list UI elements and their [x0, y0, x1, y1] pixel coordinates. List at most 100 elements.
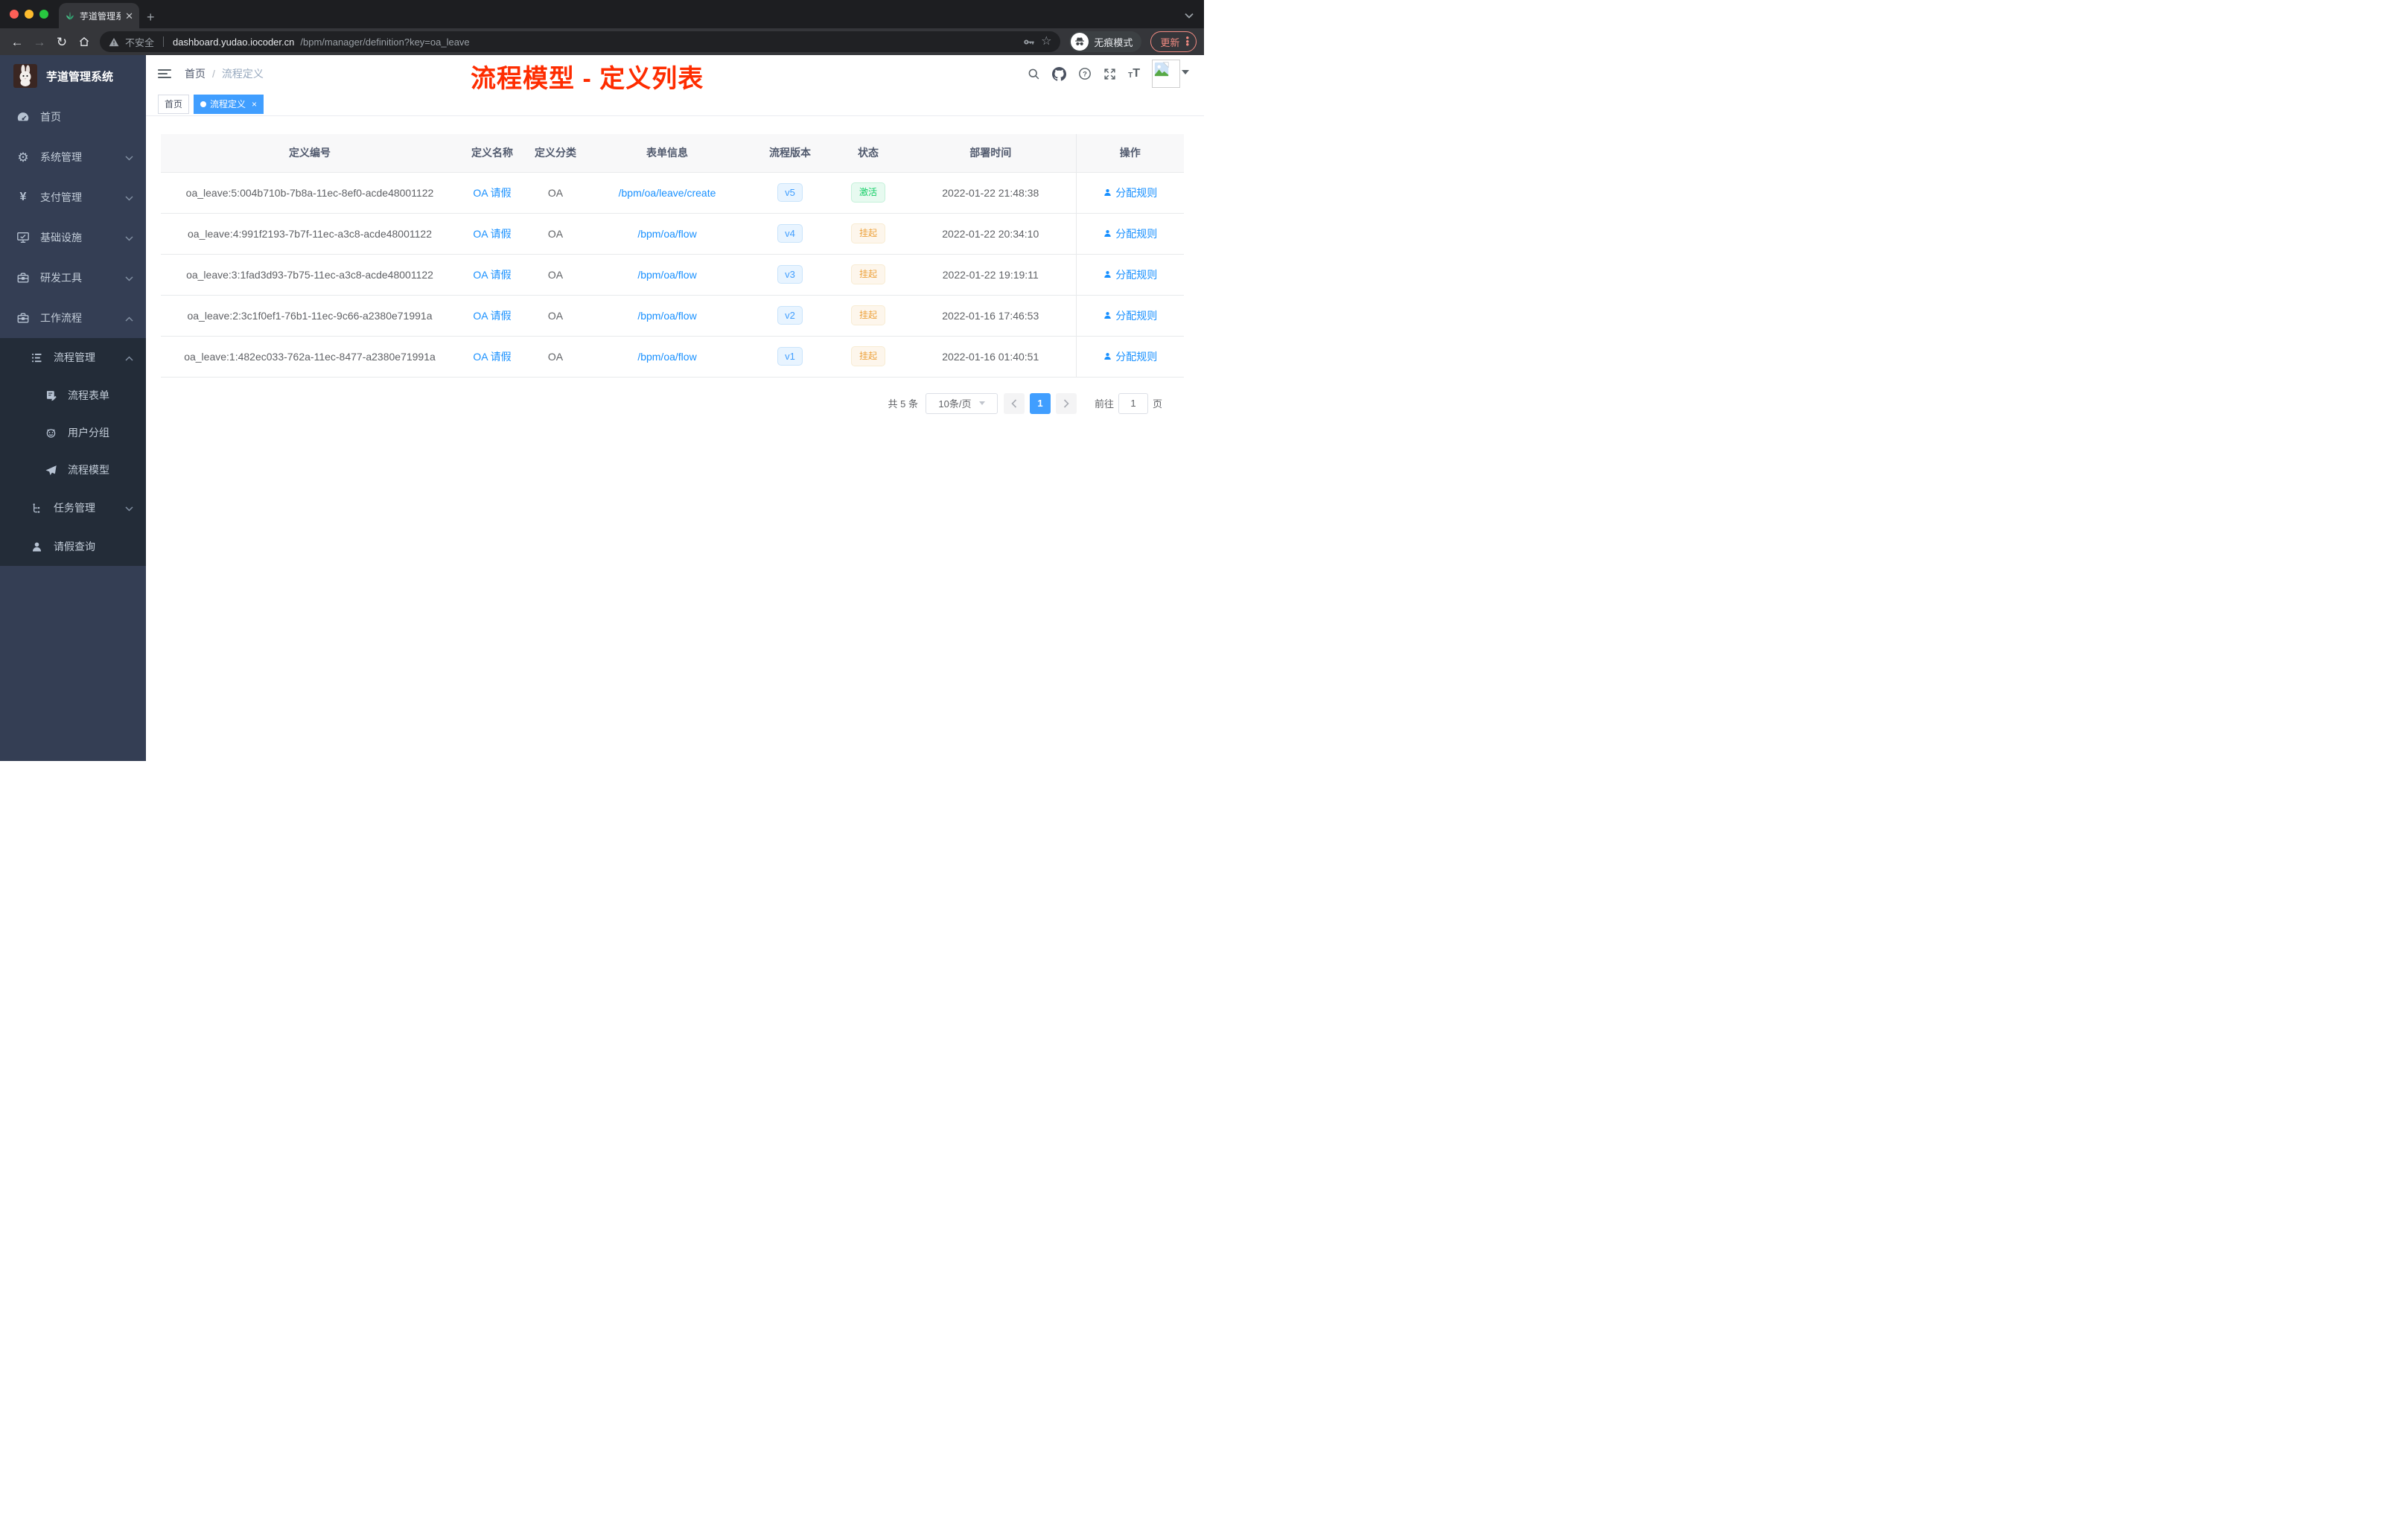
definition-name-link[interactable]: OA 请假: [473, 310, 511, 322]
list-icon: [28, 351, 45, 364]
bookmark-star-icon[interactable]: ☆: [1041, 36, 1051, 48]
table-row: oa_leave:4:991f2193-7b7f-11ec-a3c8-acde4…: [161, 213, 1184, 255]
github-icon[interactable]: [1052, 66, 1067, 81]
url-path: /bpm/manager/definition?key=oa_leave: [300, 36, 470, 48]
browser-update-button[interactable]: 更新 • • •: [1150, 31, 1197, 52]
page-annotation: 流程模型 - 定义列表: [471, 65, 704, 93]
sidebar-item-devtools[interactable]: 研发工具: [0, 258, 146, 298]
window-minimize-button[interactable]: [25, 10, 34, 19]
reload-button[interactable]: ↻: [52, 36, 71, 48]
assign-rule-link[interactable]: 分配规则: [1103, 349, 1157, 364]
new-tab-button[interactable]: +: [147, 10, 155, 24]
assign-rule-link[interactable]: 分配规则: [1103, 267, 1157, 282]
cell-category: OA: [526, 254, 585, 296]
sidebar-toggle-icon[interactable]: [158, 69, 173, 78]
form-link[interactable]: /bpm/oa/flow: [637, 228, 696, 240]
back-button[interactable]: ←: [7, 36, 27, 48]
fullscreen-icon[interactable]: [1103, 68, 1116, 80]
update-label[interactable]: 更新: [1160, 35, 1179, 49]
form-link[interactable]: /bpm/oa/flow: [637, 310, 696, 322]
cell-category: OA: [526, 336, 585, 378]
password-key-icon[interactable]: [1022, 36, 1035, 48]
definition-name-link[interactable]: OA 请假: [473, 351, 511, 363]
tab-close-icon[interactable]: ✕: [125, 11, 133, 21]
prev-page-button[interactable]: [1003, 392, 1025, 414]
tag-home[interactable]: 首页: [158, 94, 190, 114]
table-row: oa_leave:2:3c1f0ef1-76b1-11ec-9c66-a2380…: [161, 295, 1184, 337]
breadcrumb-home[interactable]: 首页: [185, 66, 206, 81]
sidebar-item-infrastructure[interactable]: 基础设施: [0, 217, 146, 258]
sidebar-item-label: 支付管理: [40, 191, 82, 203]
sidebar-item-leave-query[interactable]: 请假查询: [0, 527, 146, 566]
form-link[interactable]: /bpm/oa/flow: [637, 269, 696, 281]
definition-name-link[interactable]: OA 请假: [473, 228, 511, 240]
col-category: 定义分类: [526, 134, 585, 173]
sidebar-item-process-management[interactable]: 流程管理: [0, 338, 146, 377]
status-badge: 挂起: [850, 305, 885, 325]
sidebar-item-system[interactable]: ⚙ 系统管理: [0, 137, 146, 177]
help-icon[interactable]: ?: [1078, 67, 1092, 80]
user-icon: [1104, 188, 1111, 197]
yen-icon: ¥: [19, 191, 27, 203]
cell-deploy-time: 2022-01-16 17:46:53: [905, 295, 1076, 337]
chevron-down-icon: [125, 151, 133, 163]
avatar[interactable]: [1152, 60, 1180, 88]
incognito-badge: 无痕模式: [1069, 31, 1142, 52]
security-label[interactable]: 不安全: [125, 35, 154, 49]
assign-rule-link[interactable]: 分配规则: [1103, 226, 1157, 241]
tab-search-chevron-icon[interactable]: [1185, 9, 1194, 22]
search-icon[interactable]: [1028, 68, 1040, 80]
security-warning-icon[interactable]: [109, 37, 119, 47]
assign-rule-link[interactable]: 分配规则: [1103, 308, 1157, 323]
user-menu[interactable]: [1152, 60, 1189, 88]
tag-process-definition[interactable]: 流程定义 ×: [194, 94, 264, 114]
sidebar-logo[interactable]: 芋道管理系统: [0, 55, 146, 97]
assign-rule-link[interactable]: 分配规则: [1103, 185, 1157, 200]
definition-name-link[interactable]: OA 请假: [473, 187, 511, 199]
sidebar-item-process-model[interactable]: 流程模型: [0, 451, 146, 488]
col-action: 操作: [1075, 134, 1184, 173]
browser-tab[interactable]: 芋道管理系统 ✕: [59, 3, 139, 28]
goto-page-input[interactable]: [1118, 392, 1148, 414]
definition-name-link[interactable]: OA 请假: [473, 269, 511, 281]
page-unit-label: 页: [1152, 398, 1162, 410]
cell-category: OA: [526, 213, 585, 255]
url-bar[interactable]: 不安全 dashboard.yudao.iocoder.cn/bpm/manag…: [100, 31, 1061, 52]
page-number-current[interactable]: 1: [1029, 392, 1051, 414]
next-page-button[interactable]: [1055, 392, 1077, 414]
breadcrumb: 首页 / 流程定义: [185, 66, 264, 81]
sidebar-item-task-management[interactable]: 任务管理: [0, 488, 146, 527]
status-badge: 挂起: [850, 346, 885, 366]
tag-close-icon[interactable]: ×: [252, 100, 257, 109]
user-icon: [1104, 352, 1111, 360]
breadcrumb-separator: /: [212, 68, 215, 80]
sidebar-item-process-form[interactable]: 流程表单: [0, 377, 146, 414]
form-link[interactable]: /bpm/oa/flow: [637, 351, 696, 363]
sidebar-item-label: 首页: [40, 111, 61, 123]
col-status: 状态: [831, 134, 905, 173]
window-close-button[interactable]: [10, 10, 19, 19]
dashboard-icon: [15, 110, 31, 124]
sidebar-item-label: 流程模型: [68, 464, 109, 476]
sidebar-item-home[interactable]: 首页: [0, 97, 146, 137]
window-zoom-button[interactable]: [39, 10, 48, 19]
tag-label: 首页: [165, 99, 183, 109]
pagination-total: 共 5 条: [888, 398, 918, 410]
form-link[interactable]: /bpm/oa/leave/create: [619, 187, 716, 199]
user-icon: [1104, 229, 1111, 238]
page-size-select[interactable]: 10条/页: [925, 392, 998, 414]
incognito-icon: [1071, 33, 1089, 51]
browser-menu-icon[interactable]: • • •: [1185, 33, 1189, 49]
forward-button[interactable]: →: [30, 36, 49, 48]
font-size-icon[interactable]: TT: [1128, 68, 1140, 80]
page-size-value: 10条/页: [938, 398, 972, 410]
sidebar-item-workflow[interactable]: 工作流程: [0, 298, 146, 338]
breadcrumb-current: 流程定义: [221, 68, 264, 80]
sidebar-item-user-group[interactable]: 用户分组: [0, 414, 146, 451]
paper-plane-icon: [42, 464, 59, 477]
sidebar-item-payment[interactable]: ¥ 支付管理: [0, 177, 146, 217]
home-button[interactable]: [74, 36, 94, 48]
cell-id: oa_leave:1:482ec033-762a-11ec-8477-a2380…: [161, 336, 459, 378]
col-version: 流程版本: [749, 134, 831, 173]
chevron-down-icon: [125, 232, 133, 243]
